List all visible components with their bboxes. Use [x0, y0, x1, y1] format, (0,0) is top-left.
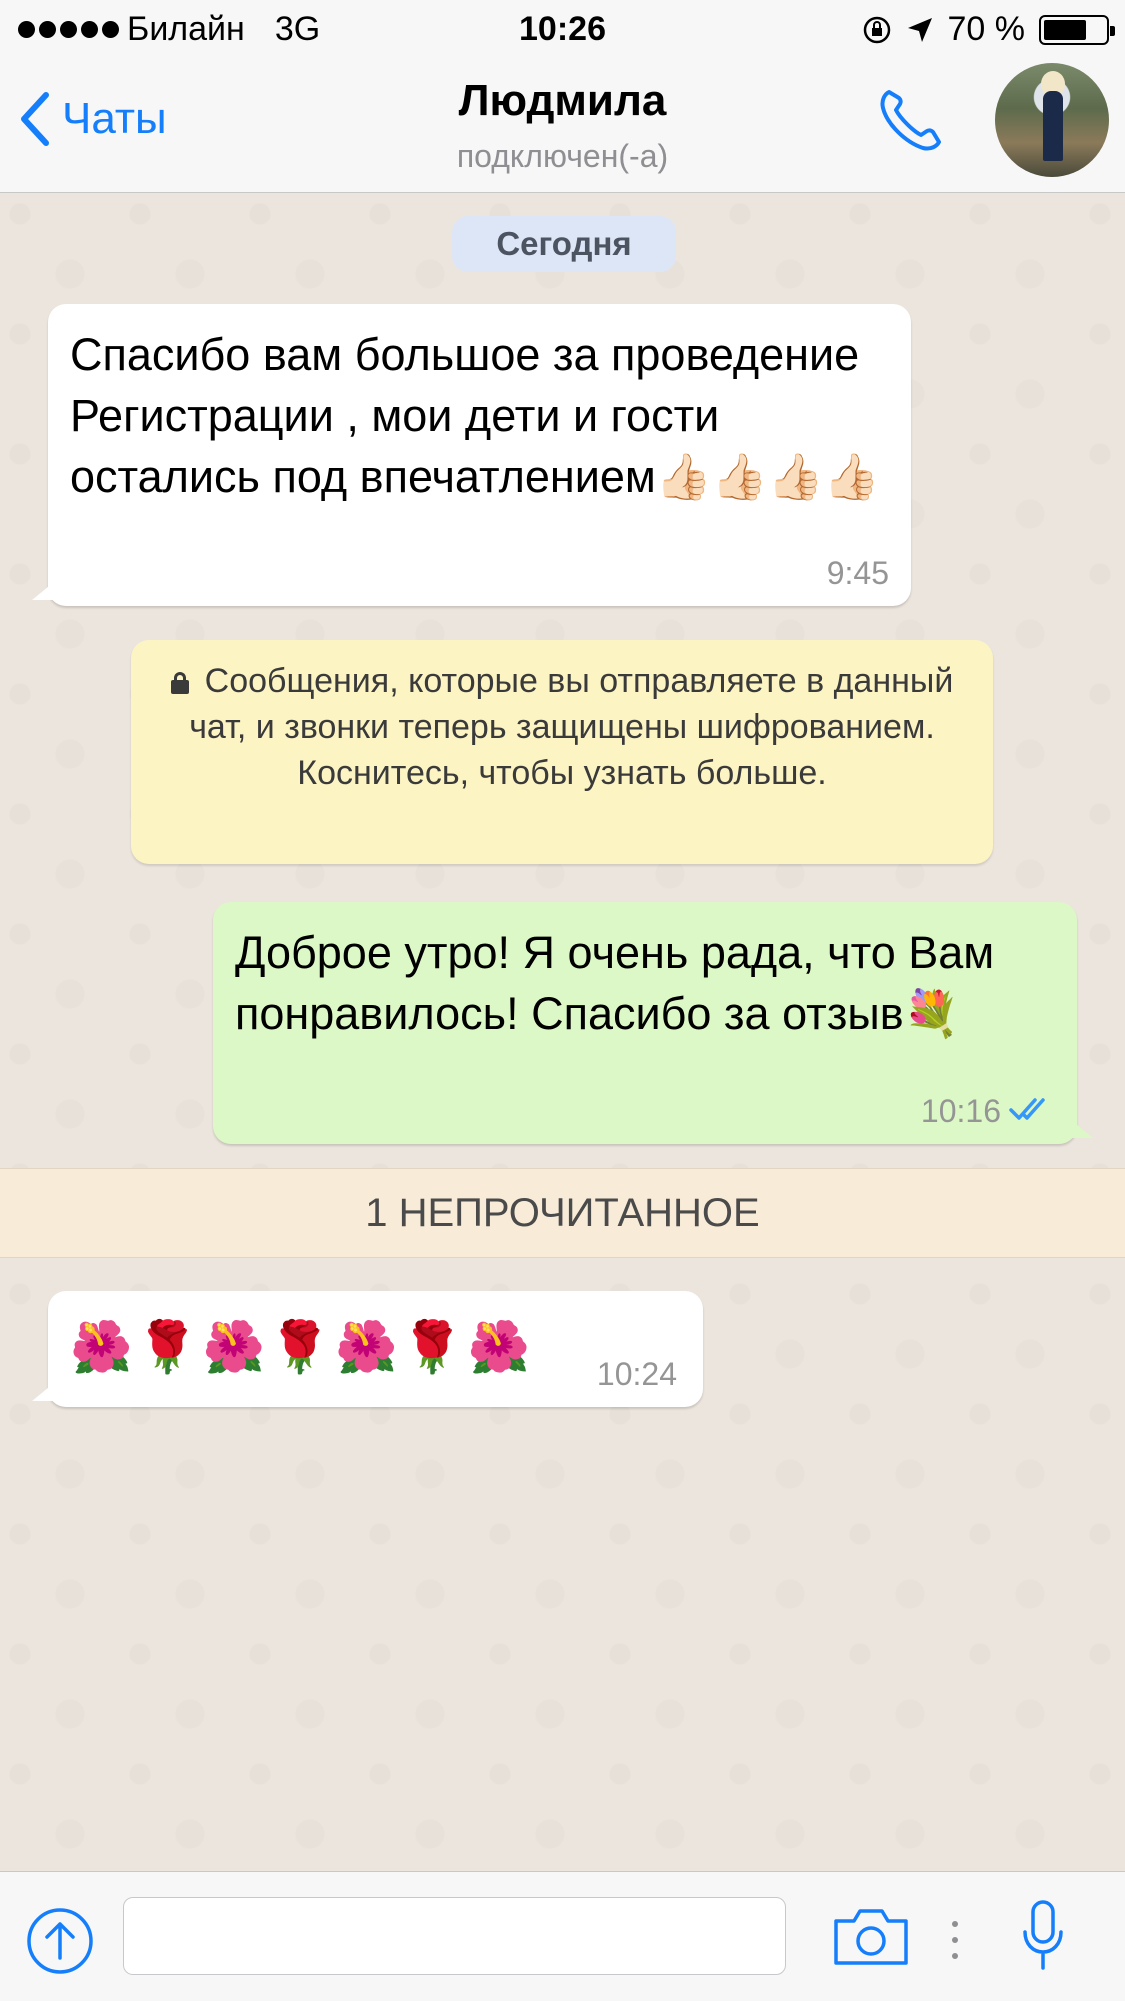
- orientation-lock-icon: [863, 16, 890, 43]
- location-arrow-icon: [907, 17, 932, 42]
- chat-area[interactable]: Сегодня Спасибо вам большое за проведени…: [0, 194, 1125, 1871]
- message-bubble-outgoing[interactable]: Доброе утро! Я очень рада, что Вам понра…: [213, 902, 1093, 1144]
- message-bubble-incoming[interactable]: 🌺🌹🌺🌹🌺🌹🌺 10:24: [32, 1291, 703, 1407]
- avatar[interactable]: [995, 63, 1109, 177]
- battery-icon: [1039, 14, 1115, 45]
- message-input[interactable]: [123, 1897, 786, 1975]
- separator-dots: [952, 1921, 958, 1959]
- message-bubble-incoming[interactable]: Спасибо вам большое за проведение Регист…: [32, 304, 911, 606]
- status-right: 70 %: [862, 10, 1115, 49]
- message-text: Доброе утро! Я очень рада, что Вам понра…: [235, 927, 995, 1039]
- nav-bar: Чаты Людмила подключен(-а): [0, 60, 1125, 193]
- unread-banner: 1 НЕПРОЧИТАННОЕ: [0, 1168, 1125, 1258]
- upload-icon[interactable]: [25, 1906, 95, 1976]
- message-text: Спасибо вам большое за проведение Регист…: [70, 329, 880, 502]
- read-checkmarks-icon: [1009, 1098, 1045, 1120]
- encryption-notice[interactable]: Сообщения, которые вы отправляете в данн…: [131, 640, 993, 864]
- date-label: Сегодня: [452, 216, 676, 272]
- battery-fill: [1044, 19, 1086, 40]
- message-time: 10:24: [596, 1356, 677, 1392]
- status-bar: Билайн 3G 10:26 70 %: [0, 0, 1125, 60]
- encryption-text: Сообщения, которые вы отправляете в данн…: [189, 662, 954, 792]
- microphone-icon[interactable]: [1021, 1900, 1065, 1972]
- camera-icon[interactable]: [832, 1907, 910, 1967]
- message-text: 🌺🌹🌺🌹🌺🌹🌺: [70, 1318, 534, 1376]
- input-bar: [0, 1871, 1125, 2001]
- contact-status: подключен(-а): [456, 138, 669, 174]
- lock-icon: [170, 672, 189, 694]
- message-time: 10:16: [920, 1093, 1001, 1129]
- message-time: 9:45: [826, 555, 889, 591]
- phone-icon[interactable]: [875, 84, 947, 156]
- contact-name[interactable]: Людмила: [0, 76, 1125, 126]
- battery-percent: 70 %: [947, 10, 1026, 48]
